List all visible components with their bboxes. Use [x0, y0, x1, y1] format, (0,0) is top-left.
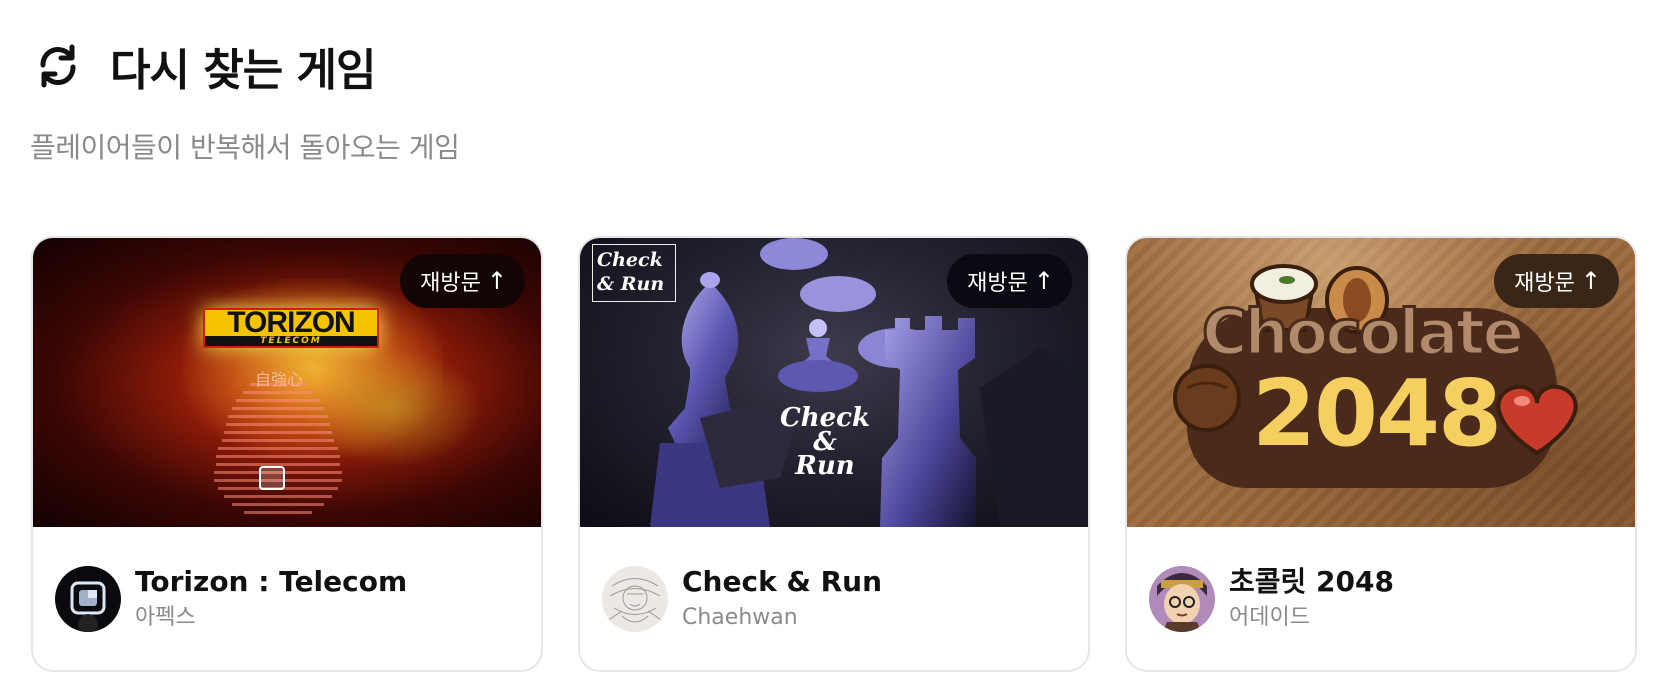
refresh-icon — [30, 38, 86, 94]
game-text: Torizon : Telecom 아펙스 — [135, 564, 407, 634]
torizon-logo-text: TORIZON — [227, 306, 355, 339]
chocolate-logo-line1: Chocolate — [1200, 295, 1525, 371]
section-title: 다시 찾는 게임 — [110, 45, 377, 96]
game-text: Check & Run Chaehwan — [682, 564, 882, 634]
section-header: 다시 찾는 게임 — [30, 34, 377, 98]
check-run-corner-logo: Check & Run — [592, 244, 676, 302]
chocolate-logo-line2: 2048 — [1252, 360, 1502, 467]
game-thumbnail[interactable]: Chocolate 2048 재방문 ↑ — [1127, 238, 1635, 527]
section-subtitle: 플레이어들이 반복해서 돌아오는 게임 — [30, 131, 460, 164]
game-card-check-and-run[interactable]: Check & Run Check & Run 재방문 ↑ Check & Ru… — [578, 236, 1090, 672]
revisit-badge[interactable]: 재방문 ↑ — [947, 254, 1072, 308]
arrow-up-icon: ↑ — [1580, 267, 1601, 295]
game-title[interactable]: Torizon : Telecom — [135, 564, 407, 600]
game-thumbnail[interactable]: TORIZON TELECOM 自強心 재방문 ↑ — [33, 238, 541, 527]
game-text: 초콜릿 2048 어데이드 — [1229, 564, 1394, 634]
arrow-up-icon: ↑ — [1033, 267, 1054, 295]
developer-name[interactable]: Chaehwan — [682, 602, 882, 634]
game-thumbnail[interactable]: Check & Run Check & Run 재방문 ↑ — [580, 238, 1088, 527]
torizon-logo: TORIZON TELECOM — [203, 308, 379, 348]
center-logo-text: Check & Run — [780, 403, 870, 481]
game-info: Torizon : Telecom 아펙스 — [55, 564, 407, 634]
game-card-chocolate-2048[interactable]: Chocolate 2048 재방문 ↑ 초콜릿 2048 어데이드 — [1125, 236, 1637, 672]
corner-logo-text: Check & Run — [597, 249, 665, 295]
check-run-center-logo: Check & Run — [780, 403, 870, 481]
revisit-badge-label: 재방문 — [967, 271, 1028, 296]
revisit-badge-label: 재방문 — [420, 271, 481, 296]
developer-avatar[interactable] — [602, 566, 668, 632]
developer-avatar[interactable] — [1149, 566, 1215, 632]
game-card-torizon[interactable]: TORIZON TELECOM 自強心 재방문 ↑ Torizon: Tele… — [31, 236, 543, 672]
game-card-list: TORIZON TELECOM 自強心 재방문 ↑ Torizon: Tele… — [31, 236, 1637, 672]
revisit-badge[interactable]: 재방문 ↑ — [400, 254, 525, 308]
app-mini-icon — [259, 466, 285, 490]
developer-name[interactable]: 아펙스 — [135, 602, 407, 634]
thumbnail-overlay-text: 自強心 — [255, 370, 304, 389]
game-info: 초콜릿 2048 어데이드 — [1149, 564, 1394, 634]
game-title[interactable]: 초콜릿 2048 — [1229, 564, 1394, 600]
developer-avatar[interactable] — [55, 566, 121, 632]
revisit-badge-label: 재방문 — [1514, 271, 1575, 296]
revisit-badge[interactable]: 재방문 ↑ — [1494, 254, 1619, 308]
developer-name[interactable]: 어데이드 — [1229, 602, 1394, 634]
torizon-logo-sub: TELECOM — [205, 336, 377, 346]
arrow-up-icon: ↑ — [486, 267, 507, 295]
game-info: Check & Run Chaehwan — [602, 564, 882, 634]
game-title[interactable]: Check & Run — [682, 564, 882, 600]
